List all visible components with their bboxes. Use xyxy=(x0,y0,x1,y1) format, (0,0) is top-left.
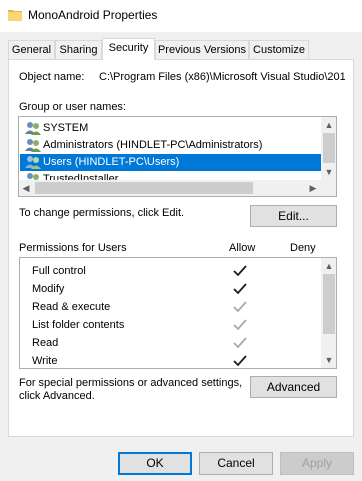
edit-button[interactable]: Edit... xyxy=(250,205,337,227)
list-item-label: Administrators (HINDLET-PC\Administrator… xyxy=(43,139,263,151)
tab-label: Previous Versions xyxy=(157,44,247,56)
permission-row-write: Write xyxy=(32,352,58,368)
permission-label: Modify xyxy=(32,283,65,295)
scroll-up-arrow-icon[interactable]: ▲ xyxy=(321,259,336,273)
user-list-hscroll[interactable]: ◀ ▶ xyxy=(19,180,321,196)
permissions-list[interactable]: Full control Modify Read & execute List … xyxy=(19,257,337,369)
click-advanced-text: click Advanced. xyxy=(19,390,95,402)
group-user-label: Group or user names: xyxy=(19,101,126,113)
list-item-label: SYSTEM xyxy=(43,122,89,134)
ok-button[interactable]: OK xyxy=(118,452,192,475)
cancel-button[interactable]: Cancel xyxy=(199,452,273,475)
permissions-vscroll[interactable]: ▲ ▼ xyxy=(321,258,336,368)
list-item-system[interactable]: SYSTEM xyxy=(19,120,321,137)
user-list[interactable]: SYSTEM Administrators (HINDLET-PC\Admini… xyxy=(18,116,337,197)
special-permissions-text: For special permissions or advanced sett… xyxy=(19,377,243,389)
allow-check-inherited-icon xyxy=(233,319,247,331)
allow-check-inherited-icon xyxy=(233,301,247,313)
tab-label: Sharing xyxy=(59,44,98,56)
tab-customize[interactable]: Customize xyxy=(249,40,309,59)
allow-check-inherited-icon xyxy=(233,337,247,349)
tab-general[interactable]: General xyxy=(8,40,55,59)
allow-header: Allow xyxy=(229,242,256,254)
user-list-vscroll[interactable]: ▲ ▼ xyxy=(321,117,336,180)
tab-security[interactable]: Security xyxy=(102,38,155,60)
permissions-header: Permissions for Users xyxy=(19,242,127,254)
deny-header: Deny xyxy=(290,242,316,254)
folder-icon xyxy=(8,10,22,21)
permission-row-full-control: Full control xyxy=(32,262,86,280)
apply-button[interactable]: Apply xyxy=(280,452,354,475)
list-item-label: Users (HINDLET-PC\Users) xyxy=(43,156,180,168)
button-label: OK xyxy=(146,456,164,470)
scroll-corner xyxy=(321,180,336,196)
user-group-icon xyxy=(25,156,41,169)
scroll-thumb[interactable] xyxy=(323,133,335,163)
object-name-label: Object name: xyxy=(19,71,85,83)
scroll-thumb[interactable] xyxy=(323,274,335,334)
advanced-button[interactable]: Advanced xyxy=(250,376,337,398)
list-item-administrators[interactable]: Administrators (HINDLET-PC\Administrator… xyxy=(19,137,321,154)
scroll-down-arrow-icon[interactable]: ▼ xyxy=(321,353,336,367)
permission-row-read-execute: Read & execute xyxy=(32,298,110,316)
allow-check-icon xyxy=(233,265,247,277)
scroll-left-arrow-icon[interactable]: ◀ xyxy=(19,181,33,195)
title-bar: MonoAndroid Properties xyxy=(0,0,362,32)
permission-row-read: Read xyxy=(32,334,58,352)
list-item-users[interactable]: Users (HINDLET-PC\Users) xyxy=(20,154,321,171)
scroll-down-arrow-icon[interactable]: ▼ xyxy=(321,165,336,179)
tab-sharing[interactable]: Sharing xyxy=(55,40,102,59)
permission-row-list-folder: List folder contents xyxy=(32,316,124,334)
button-label: Advanced xyxy=(266,380,321,394)
button-label: Edit... xyxy=(278,209,309,223)
permission-label: Full control xyxy=(32,265,86,277)
user-group-icon xyxy=(25,122,41,135)
scroll-up-arrow-icon[interactable]: ▲ xyxy=(321,118,336,132)
button-label: Cancel xyxy=(217,456,255,470)
object-name-text: C:\Program Files (x86)\Microsoft Visual … xyxy=(99,71,345,83)
change-permissions-text: To change permissions, click Edit. xyxy=(19,207,185,219)
allow-check-icon xyxy=(233,283,247,295)
permission-row-modify: Modify xyxy=(32,280,64,298)
scroll-right-arrow-icon[interactable]: ▶ xyxy=(306,181,320,195)
tab-label: Security xyxy=(108,42,149,54)
permission-label: Read & execute xyxy=(32,301,111,313)
permission-label: Read xyxy=(32,337,59,349)
object-name-value[interactable]: C:\Program Files (x86)\Microsoft Visual … xyxy=(99,71,345,83)
permission-label: List folder contents xyxy=(32,319,125,331)
tab-label: Customize xyxy=(253,44,305,56)
button-label: Apply xyxy=(301,456,333,470)
tab-label: General xyxy=(11,44,52,56)
window-title: MonoAndroid Properties xyxy=(28,8,158,22)
allow-check-icon xyxy=(233,355,247,367)
tab-previous-versions[interactable]: Previous Versions xyxy=(155,40,249,59)
user-group-icon xyxy=(25,139,41,152)
scroll-thumb[interactable] xyxy=(35,182,253,194)
permission-label: Write xyxy=(32,355,58,367)
